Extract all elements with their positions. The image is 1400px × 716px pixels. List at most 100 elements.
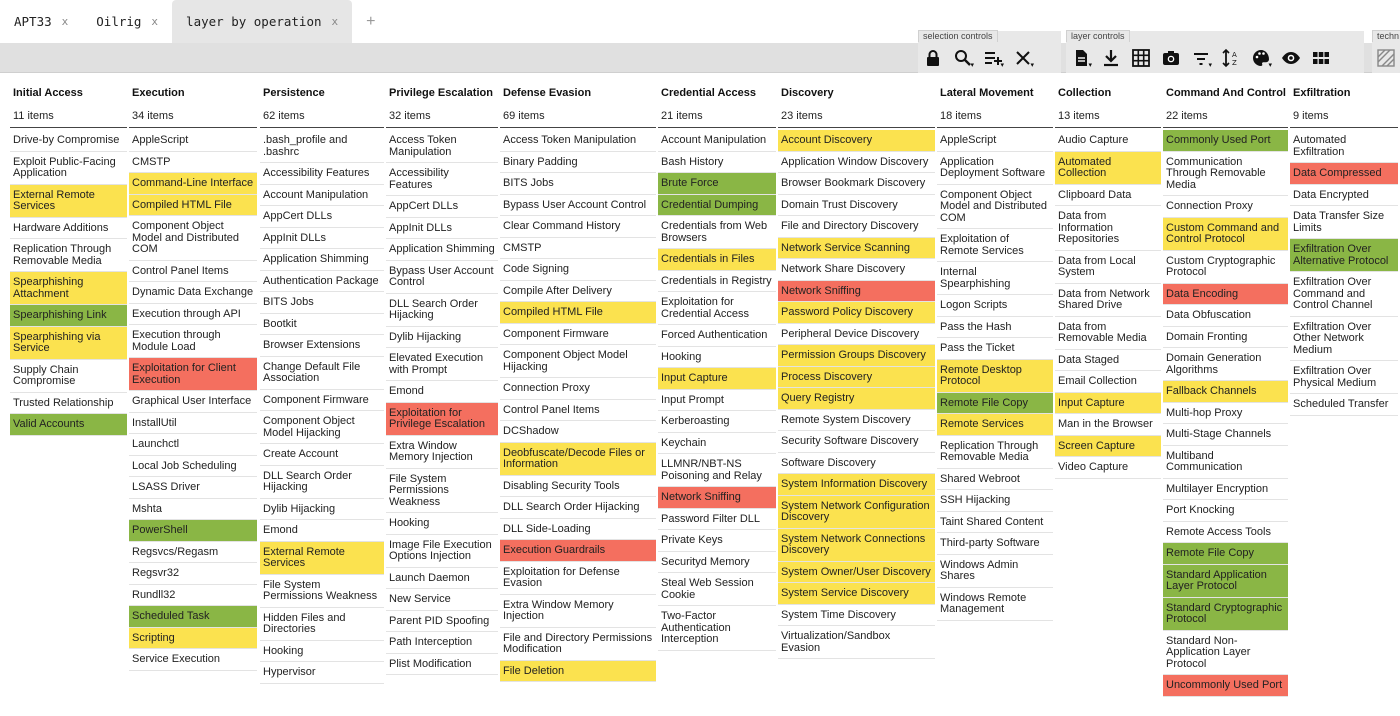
technique-cell[interactable]: Internal Spearphishing: [937, 262, 1053, 295]
technique-cell[interactable]: Drive-by Compromise: [10, 130, 127, 152]
tactic-title[interactable]: Collection: [1055, 84, 1161, 106]
technique-cell[interactable]: Accessibility Features: [260, 163, 384, 185]
technique-cell[interactable]: Private Keys: [658, 530, 776, 552]
tab-layer-by-operation[interactable]: layer by operation x: [172, 0, 353, 43]
technique-cell[interactable]: DLL Search Order Hijacking: [260, 466, 384, 499]
technique-cell[interactable]: Security Software Discovery: [778, 431, 935, 453]
technique-cell[interactable]: Standard Application Layer Protocol: [1163, 564, 1288, 598]
technique-cell[interactable]: Extra Window Memory Injection: [386, 436, 498, 469]
tactic-title[interactable]: Discovery: [778, 84, 935, 106]
technique-cell[interactable]: Two-Factor Authentication Interception: [658, 606, 776, 651]
technique-cell[interactable]: System Network Configuration Discovery: [778, 495, 935, 529]
technique-cell[interactable]: Exfiltration Over Command and Control Ch…: [1290, 272, 1398, 317]
technique-cell[interactable]: Exploitation for Privilege Escalation: [386, 402, 498, 436]
technique-cell[interactable]: Browser Bookmark Discovery: [778, 173, 935, 195]
technique-cell[interactable]: Image File Execution Options Injection: [386, 535, 498, 568]
technique-cell[interactable]: Custom Cryptographic Protocol: [1163, 251, 1288, 284]
technique-cell[interactable]: Windows Admin Shares: [937, 555, 1053, 588]
technique-cell[interactable]: Component Object Model Hijacking: [500, 345, 656, 378]
technique-cell[interactable]: Software Discovery: [778, 453, 935, 474]
technique-cell[interactable]: Custom Command and Control Protocol: [1163, 217, 1288, 251]
technique-cell[interactable]: Spearphishing via Service: [10, 326, 127, 360]
technique-cell[interactable]: Emond: [386, 381, 498, 403]
technique-cell[interactable]: Data Staged: [1055, 350, 1161, 371]
technique-cell[interactable]: Control Panel Items: [129, 261, 257, 282]
technique-cell[interactable]: DLL Side-Loading: [500, 519, 656, 540]
tactic-title[interactable]: Execution: [129, 84, 257, 106]
technique-cell[interactable]: .bash_profile and .bashrc: [260, 130, 384, 163]
technique-cell[interactable]: Supply Chain Compromise: [10, 360, 127, 393]
technique-cell[interactable]: Change Default File Association: [260, 357, 384, 390]
technique-cell[interactable]: Binary Padding: [500, 152, 656, 173]
technique-cell[interactable]: Network Service Scanning: [778, 237, 935, 259]
technique-cell[interactable]: Clear Command History: [500, 216, 656, 238]
technique-cell[interactable]: Hooking: [386, 513, 498, 535]
technique-cell[interactable]: Screen Capture: [1055, 435, 1161, 457]
technique-cell[interactable]: Exploitation for Client Execution: [129, 358, 257, 391]
tactic-title[interactable]: Exfiltration: [1290, 84, 1398, 106]
technique-cell[interactable]: System Time Discovery: [778, 605, 935, 626]
technique-cell[interactable]: Elevated Execution with Prompt: [386, 348, 498, 381]
technique-cell[interactable]: Password Policy Discovery: [778, 302, 935, 324]
technique-cell[interactable]: Credential Dumping: [658, 194, 776, 216]
technique-cell[interactable]: Data from Removable Media: [1055, 317, 1161, 350]
technique-cell[interactable]: Component Object Model and Distributed C…: [129, 216, 257, 261]
technique-cell[interactable]: Component Object Model and Distributed C…: [937, 185, 1053, 229]
technique-cell[interactable]: DLL Search Order Hijacking: [386, 294, 498, 327]
view-mode-icon[interactable]: [1306, 43, 1336, 73]
technique-cell[interactable]: Brute Force: [658, 173, 776, 195]
technique-cell[interactable]: Deobfuscate/Decode Files or Information: [500, 442, 656, 476]
technique-cell[interactable]: Dynamic Data Exchange: [129, 282, 257, 304]
technique-cell[interactable]: Securityd Memory: [658, 552, 776, 573]
technique-cell[interactable]: Pass the Ticket: [937, 338, 1053, 360]
tactic-title[interactable]: Privilege Escalation: [386, 84, 498, 106]
technique-cell[interactable]: Emond: [260, 520, 384, 542]
technique-cell[interactable]: Multi-Stage Channels: [1163, 424, 1288, 446]
technique-cell[interactable]: Remote Desktop Protocol: [937, 359, 1053, 393]
technique-cell[interactable]: Command-Line Interface: [129, 173, 257, 195]
technique-cell[interactable]: Exfiltration Over Alternative Protocol: [1290, 239, 1398, 272]
sort-icon[interactable]: AZ: [1216, 43, 1246, 73]
technique-cell[interactable]: Credentials from Web Browsers: [658, 216, 776, 249]
technique-cell[interactable]: Man in the Browser: [1055, 414, 1161, 436]
technique-cell[interactable]: Commonly Used Port: [1163, 130, 1288, 152]
technique-cell[interactable]: AppleScript: [129, 130, 257, 152]
technique-cell[interactable]: Domain Generation Algorithms: [1163, 348, 1288, 381]
filter-icon[interactable]: ▾: [1186, 43, 1216, 73]
technique-cell[interactable]: Component Firmware: [260, 390, 384, 411]
technique-cell[interactable]: Code Signing: [500, 259, 656, 281]
tab-close-icon[interactable]: x: [62, 15, 69, 28]
technique-cell[interactable]: Service Execution: [129, 649, 257, 671]
technique-cell[interactable]: AppInit DLLs: [260, 228, 384, 249]
technique-cell[interactable]: Data from Information Repositories: [1055, 206, 1161, 251]
technique-cell[interactable]: Compiled HTML File: [129, 194, 257, 216]
technique-cell[interactable]: Scripting: [129, 627, 257, 649]
technique-cell[interactable]: Virtualization/Sandbox Evasion: [778, 626, 935, 659]
technique-cell[interactable]: BITS Jobs: [260, 292, 384, 314]
technique-cell[interactable]: LSASS Driver: [129, 477, 257, 499]
technique-cell[interactable]: Network Share Discovery: [778, 259, 935, 281]
technique-cell[interactable]: Query Registry: [778, 388, 935, 410]
technique-cell[interactable]: Exfiltration Over Other Network Medium: [1290, 317, 1398, 361]
technique-cell[interactable]: Regsvr32: [129, 563, 257, 585]
technique-cell[interactable]: Dylib Hijacking: [260, 499, 384, 520]
download-icon[interactable]: [1096, 43, 1126, 73]
tactic-title[interactable]: Lateral Movement: [937, 84, 1053, 106]
technique-cell[interactable]: Component Firmware: [500, 324, 656, 345]
technique-cell[interactable]: System Service Discovery: [778, 583, 935, 605]
technique-cell[interactable]: Execution through API: [129, 304, 257, 325]
technique-cell[interactable]: AppCert DLLs: [386, 196, 498, 218]
technique-cell[interactable]: Valid Accounts: [10, 414, 127, 436]
technique-cell[interactable]: Fallback Channels: [1163, 381, 1288, 403]
technique-cell[interactable]: System Network Connections Discovery: [778, 528, 935, 562]
tab-close-icon[interactable]: x: [151, 15, 158, 28]
technique-cell[interactable]: Hardware Additions: [10, 218, 127, 239]
technique-cell[interactable]: Remote File Copy: [937, 392, 1053, 414]
technique-cell[interactable]: Input Capture: [658, 368, 776, 390]
tab-apt33[interactable]: APT33 x: [0, 0, 82, 43]
technique-cell[interactable]: Port Knocking: [1163, 500, 1288, 522]
technique-cell[interactable]: Regsvcs/Regasm: [129, 542, 257, 563]
technique-cell[interactable]: Password Filter DLL: [658, 509, 776, 530]
technique-cell[interactable]: Bootkit: [260, 314, 384, 335]
technique-cell[interactable]: Pass the Hash: [937, 317, 1053, 338]
